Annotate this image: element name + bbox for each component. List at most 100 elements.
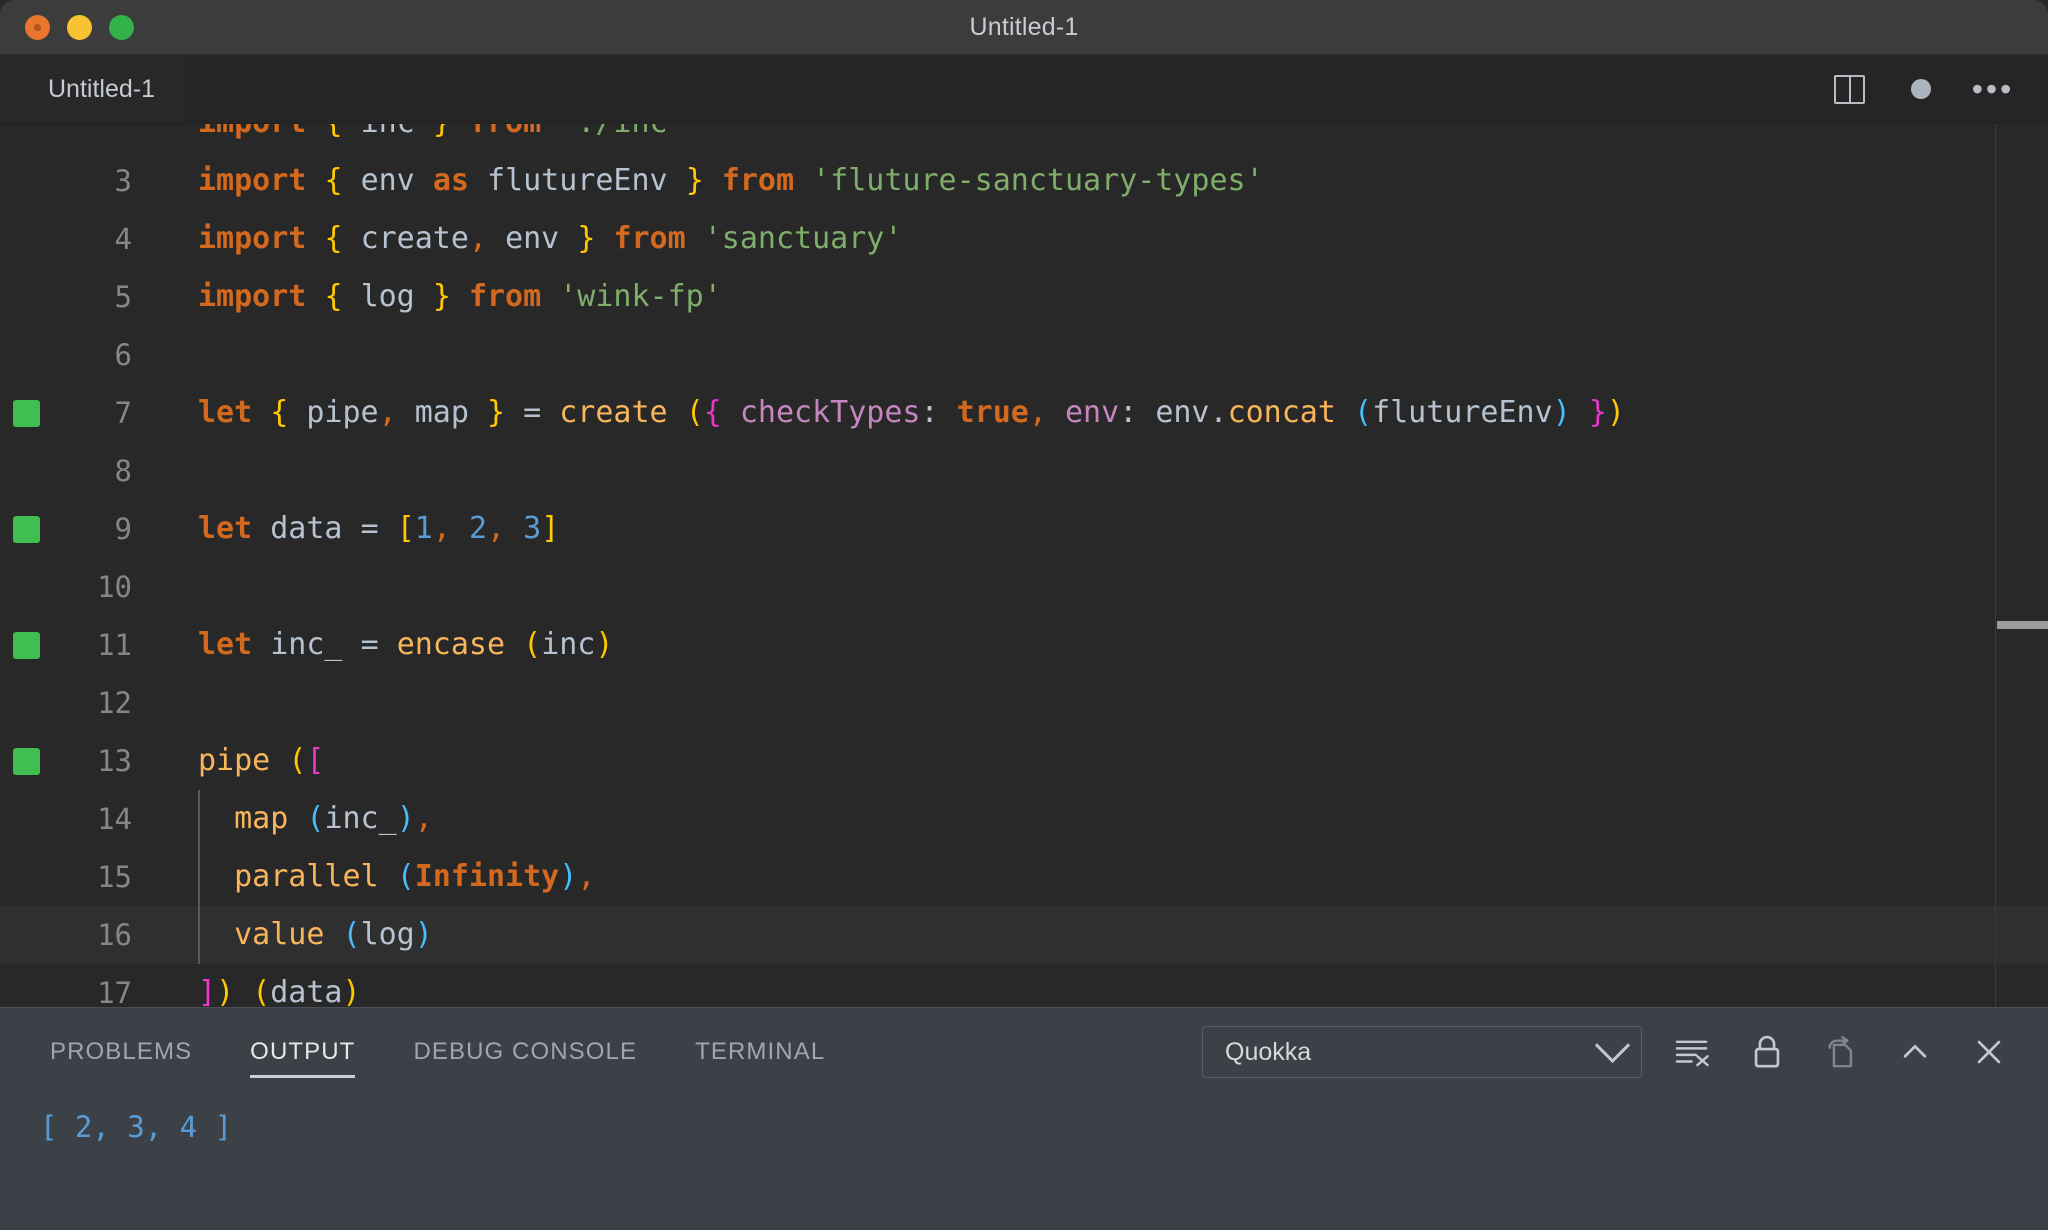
quokka-value-marker-icon[interactable] bbox=[12, 747, 40, 775]
maximize-panel-button[interactable] bbox=[1892, 1029, 1938, 1075]
split-editor-button[interactable] bbox=[1830, 70, 1868, 108]
token-property: checkTypes bbox=[739, 395, 921, 430]
editor-line: 6 bbox=[0, 326, 2048, 384]
token-keyword: let bbox=[198, 395, 253, 430]
token-function: value bbox=[234, 917, 325, 952]
token-brace: } bbox=[432, 279, 451, 314]
token-operator: = bbox=[523, 395, 542, 430]
token-keyword: let bbox=[198, 627, 253, 662]
line-number: 7 bbox=[114, 396, 132, 430]
token-colon: : bbox=[1119, 395, 1138, 430]
window-titlebar: Untitled-1 bbox=[0, 0, 2048, 55]
token-brace: { bbox=[324, 163, 343, 198]
editor-line: 14 map (inc_), bbox=[0, 790, 2048, 848]
more-actions-icon: ••• bbox=[1971, 71, 2015, 107]
token-constant: Infinity bbox=[414, 859, 560, 894]
panel-actions: Quokka bbox=[1202, 1026, 2012, 1078]
traffic-light-group bbox=[25, 14, 134, 40]
token-paren: ( bbox=[685, 395, 704, 430]
tab-untitled-1[interactable]: Untitled-1 bbox=[0, 55, 185, 123]
tab-label: OUTPUT bbox=[250, 1038, 356, 1065]
clear-output-button[interactable] bbox=[1670, 1029, 1716, 1075]
token-paren: ) bbox=[1606, 395, 1625, 430]
token-keyword: let bbox=[198, 511, 253, 546]
line-content: import { env as flutureEnv } from 'flutu… bbox=[140, 152, 1264, 210]
minimize-window-button[interactable] bbox=[67, 14, 92, 40]
editor-line: 5 import { log } from 'wink-fp' bbox=[0, 268, 2048, 326]
token-comma: , bbox=[577, 859, 596, 894]
close-icon bbox=[1977, 1040, 2001, 1064]
token-paren: ) bbox=[342, 975, 361, 1007]
token-keyword: import bbox=[198, 163, 307, 198]
token-brace: { bbox=[703, 395, 722, 430]
token-brace: { bbox=[324, 221, 343, 256]
token-comma: , bbox=[378, 395, 397, 430]
line-content: import { inc } from './inc' bbox=[140, 124, 686, 152]
maximize-window-button[interactable] bbox=[109, 14, 134, 40]
clear-output-icon bbox=[1675, 1040, 1709, 1067]
token-identifier: flutureEnv bbox=[1372, 395, 1553, 430]
token-comma: , bbox=[414, 801, 433, 836]
token-string: 'sanctuary' bbox=[703, 221, 903, 256]
token-number: 3 bbox=[523, 511, 542, 546]
token-function: concat bbox=[1227, 395, 1336, 430]
line-content: map (inc_), bbox=[140, 790, 433, 848]
token-operator: = bbox=[360, 627, 379, 662]
chevron-up-icon bbox=[1903, 1044, 1927, 1058]
indent-guide bbox=[198, 906, 200, 964]
editor-tabbar: Untitled-1 ••• bbox=[0, 55, 2048, 124]
line-content: pipe ([ bbox=[140, 732, 324, 790]
token-paren: ( bbox=[1354, 395, 1373, 430]
lock-scroll-button[interactable] bbox=[1744, 1029, 1790, 1075]
quokka-value-marker-icon[interactable] bbox=[12, 399, 40, 427]
line-content: parallel (Infinity), bbox=[140, 848, 595, 906]
output-content[interactable]: [ 2, 3, 4 ] bbox=[0, 1096, 2048, 1230]
line-number: 4 bbox=[114, 222, 132, 256]
editor-line: 17 ]) (data) bbox=[0, 964, 2048, 1007]
tab-debug-console[interactable]: DEBUG CONSOLE bbox=[413, 1008, 637, 1096]
token-comma: , bbox=[432, 511, 451, 546]
quokka-value-marker-icon[interactable] bbox=[12, 515, 40, 543]
token-bracket: ] bbox=[541, 511, 560, 546]
token-bracket: ] bbox=[198, 975, 217, 1007]
token-identifier: flutureEnv bbox=[487, 163, 668, 198]
tab-label: Untitled-1 bbox=[48, 74, 155, 103]
token-brace: } bbox=[577, 221, 596, 256]
token-comma: , bbox=[1028, 395, 1047, 430]
code-editor[interactable]: import { inc } from './inc' 3 import { e… bbox=[0, 124, 2048, 1007]
unsaved-dot-icon bbox=[1911, 79, 1931, 99]
line-number: 12 bbox=[97, 686, 132, 720]
token-function: encase bbox=[396, 627, 506, 662]
token-bracket: [ bbox=[306, 743, 325, 778]
quokka-value-marker-icon[interactable] bbox=[12, 631, 40, 659]
unsaved-indicator-button[interactable] bbox=[1902, 70, 1940, 108]
tab-terminal[interactable]: TERMINAL bbox=[695, 1008, 825, 1096]
token-number: 2 bbox=[468, 511, 487, 546]
tab-problems[interactable]: PROBLEMS bbox=[50, 1008, 192, 1096]
indent-guide bbox=[198, 848, 200, 906]
token-keyword: from bbox=[613, 221, 686, 256]
open-in-editor-icon bbox=[1828, 1035, 1853, 1068]
token-paren: ( bbox=[306, 801, 325, 836]
token-brace: { bbox=[270, 395, 289, 430]
token-paren: ) bbox=[1552, 395, 1571, 430]
token-keyword: import bbox=[198, 279, 307, 314]
more-actions-button[interactable]: ••• bbox=[1971, 70, 2015, 108]
close-panel-button[interactable] bbox=[1966, 1029, 2012, 1075]
gutter-decoration bbox=[0, 631, 52, 659]
editor-line: 4 import { create, env } from 'sanctuary… bbox=[0, 210, 2048, 268]
token-paren: ( bbox=[342, 917, 361, 952]
open-in-editor-button[interactable] bbox=[1818, 1029, 1864, 1075]
token-property: env bbox=[1065, 395, 1120, 430]
line-content: import { create, env } from 'sanctuary' bbox=[140, 210, 902, 268]
line-content: ]) (data) bbox=[140, 964, 361, 1007]
gutter-decoration bbox=[0, 399, 52, 427]
editor-scroll-content: import { inc } from './inc' 3 import { e… bbox=[0, 124, 2048, 1007]
editor-horizontal-scrollbar[interactable] bbox=[1997, 621, 2048, 629]
tab-output[interactable]: OUTPUT bbox=[250, 1008, 356, 1096]
output-channel-select[interactable]: Quokka bbox=[1202, 1026, 1642, 1078]
editor-line: 15 parallel (Infinity), bbox=[0, 848, 2048, 906]
close-window-button[interactable] bbox=[25, 14, 50, 40]
token-paren: ) bbox=[216, 975, 235, 1007]
editor-line: 13 pipe ([ bbox=[0, 732, 2048, 790]
